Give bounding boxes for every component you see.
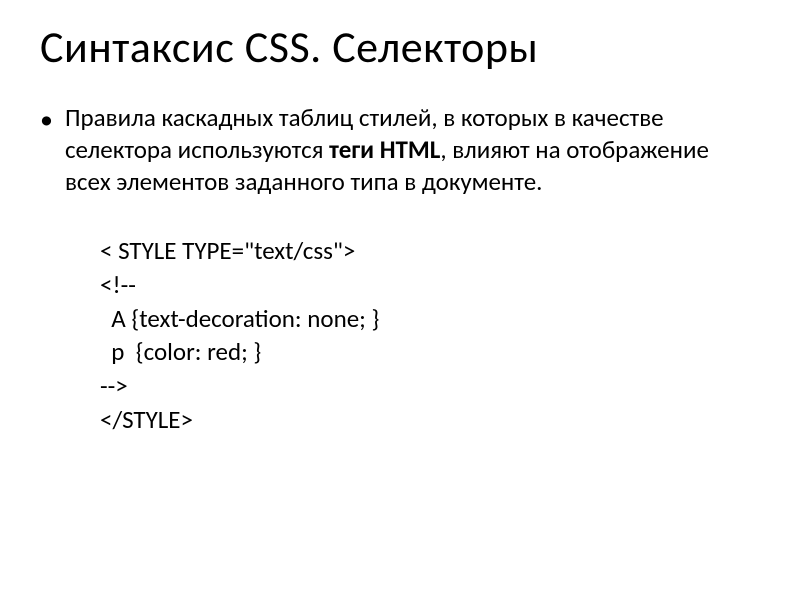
code-line: < STYLE TYPE="text/css"> [100,234,760,268]
paragraph: Правила каскадных таблиц стилей, в котор… [65,102,760,198]
code-line: --> [100,369,760,403]
slide-title: Синтаксис CSS. Селекторы [40,20,760,74]
paragraph-bold: теги HTML [329,134,440,165]
code-block: < STYLE TYPE="text/css"> <!-- A {text-de… [100,234,760,437]
bullet-icon: • [40,106,53,132]
slide: Синтаксис CSS. Селекторы • Правила каска… [0,0,800,600]
code-line: </STYLE> [100,403,760,437]
bullet-item: • Правила каскадных таблиц стилей, в кот… [40,102,760,198]
code-line: p {color: red; } [100,335,760,369]
code-line: <!-- [100,268,760,302]
code-line: A {text-decoration: none; } [100,302,760,336]
